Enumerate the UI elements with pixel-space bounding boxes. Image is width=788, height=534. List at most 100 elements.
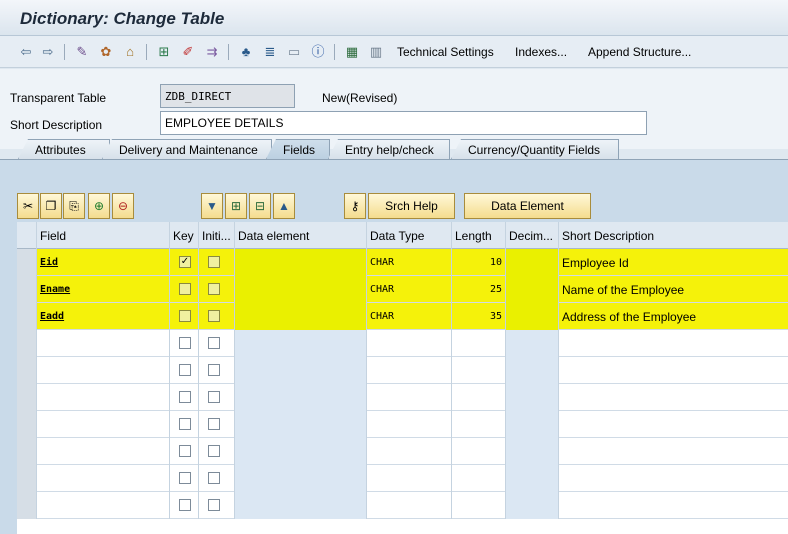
cell-short-description[interactable]: Address of the Employee <box>559 303 788 330</box>
cell-key[interactable] <box>170 411 199 438</box>
cell-initial[interactable] <box>199 276 235 303</box>
cell-data-element[interactable] <box>235 303 367 330</box>
initial-checkbox[interactable] <box>208 418 220 430</box>
cell-initial[interactable] <box>199 465 235 492</box>
column-header-data-element[interactable]: Data element <box>235 222 367 249</box>
cell-data-type[interactable] <box>367 465 452 492</box>
delete-row-icon[interactable]: ⊖ <box>112 193 134 219</box>
cell-decimals[interactable] <box>506 438 559 465</box>
cell-field[interactable]: Eid <box>37 249 170 276</box>
cell-decimals[interactable] <box>506 357 559 384</box>
cell-length[interactable] <box>452 357 506 384</box>
table-row[interactable]: Eadd CHAR 35 Address of the Employee <box>17 303 788 330</box>
cell-field[interactable]: Eadd <box>37 303 170 330</box>
table-row[interactable] <box>17 465 788 492</box>
table-row[interactable]: Eid ✓ CHAR 10 Employee Id <box>17 249 788 276</box>
transport-icon[interactable]: ⇉ <box>204 44 220 60</box>
cell-data-element[interactable] <box>235 330 367 357</box>
cell-initial[interactable] <box>199 384 235 411</box>
cell-key[interactable] <box>170 384 199 411</box>
insert-include-icon[interactable]: ⊞ <box>225 193 247 219</box>
column-header-field[interactable]: Field <box>37 222 170 249</box>
cell-short-description[interactable]: Name of the Employee <box>559 276 788 303</box>
tab-currency-quantity-fields[interactable]: Currency/Quantity Fields <box>451 139 619 159</box>
info-icon[interactable]: ⓘ <box>310 44 326 60</box>
cell-short-description[interactable] <box>559 438 788 465</box>
row-selector[interactable] <box>17 357 37 384</box>
cell-data-element[interactable] <box>235 384 367 411</box>
align-icon[interactable]: ≣ <box>262 44 278 60</box>
copy-icon[interactable]: ❐ <box>40 193 62 219</box>
cell-length[interactable] <box>452 411 506 438</box>
cell-data-element[interactable] <box>235 249 367 276</box>
cell-data-type[interactable] <box>367 357 452 384</box>
cell-length[interactable]: 25 <box>452 276 506 303</box>
cell-key[interactable] <box>170 492 199 519</box>
glasses-icon[interactable]: ✎ <box>74 44 90 60</box>
activate-icon[interactable]: ⌂ <box>122 44 138 60</box>
key-checkbox[interactable] <box>179 337 191 349</box>
cell-data-type[interactable]: CHAR <box>367 249 452 276</box>
row-selector[interactable] <box>17 438 37 465</box>
cell-short-description[interactable]: Employee Id <box>559 249 788 276</box>
table-row[interactable] <box>17 438 788 465</box>
tab-attributes[interactable]: Attributes <box>18 139 110 159</box>
key-checkbox[interactable] <box>179 310 191 322</box>
cell-key[interactable]: ✓ <box>170 249 199 276</box>
table-row[interactable] <box>17 357 788 384</box>
cell-initial[interactable] <box>199 357 235 384</box>
tab-delivery-and-maintenance[interactable]: Delivery and Maintenance <box>102 139 272 159</box>
column-header-data-type[interactable]: Data Type <box>367 222 452 249</box>
table-row[interactable] <box>17 330 788 357</box>
cell-short-description[interactable] <box>559 384 788 411</box>
cell-data-element[interactable] <box>235 465 367 492</box>
cell-field[interactable] <box>37 357 170 384</box>
cell-decimals[interactable] <box>506 411 559 438</box>
arrow-left-icon[interactable]: ⇦ <box>18 44 34 60</box>
key-checkbox[interactable] <box>179 283 191 295</box>
cell-length[interactable]: 10 <box>452 249 506 276</box>
key-checkbox[interactable]: ✓ <box>179 256 191 268</box>
initial-checkbox[interactable] <box>208 445 220 457</box>
cell-short-description[interactable] <box>559 330 788 357</box>
initial-checkbox[interactable] <box>208 283 220 295</box>
cell-decimals[interactable] <box>506 303 559 330</box>
select-all-cell[interactable] <box>17 222 37 249</box>
expand-include-icon[interactable]: ⊟ <box>249 193 271 219</box>
chevron-down-icon[interactable]: ▼ <box>201 193 223 219</box>
cell-decimals[interactable] <box>506 276 559 303</box>
cell-data-element[interactable] <box>235 411 367 438</box>
cell-length[interactable] <box>452 492 506 519</box>
cell-data-element[interactable] <box>235 276 367 303</box>
cell-length[interactable] <box>452 330 506 357</box>
indexes-button[interactable]: Indexes... <box>515 45 567 59</box>
hierarchy-icon[interactable]: ♣ <box>238 44 254 60</box>
cell-data-type[interactable]: CHAR <box>367 276 452 303</box>
technical-settings-button[interactable]: Technical Settings <box>397 45 494 59</box>
cell-decimals[interactable] <box>506 465 559 492</box>
column-header-short-description[interactable]: Short Description <box>559 222 788 249</box>
cell-decimals[interactable] <box>506 249 559 276</box>
row-selector[interactable] <box>17 384 37 411</box>
cell-data-type[interactable] <box>367 438 452 465</box>
key-checkbox[interactable] <box>179 418 191 430</box>
cell-short-description[interactable] <box>559 465 788 492</box>
cell-initial[interactable] <box>199 249 235 276</box>
initial-checkbox[interactable] <box>208 472 220 484</box>
structure-icon[interactable]: ▦ <box>344 44 360 60</box>
initial-checkbox[interactable] <box>208 337 220 349</box>
column-header-length[interactable]: Length <box>452 222 506 249</box>
table-row[interactable] <box>17 411 788 438</box>
cell-data-element[interactable] <box>235 438 367 465</box>
cell-length[interactable] <box>452 384 506 411</box>
cell-decimals[interactable] <box>506 492 559 519</box>
arrow-right-icon[interactable]: ⇨ <box>40 44 56 60</box>
data-element-button[interactable]: Data Element <box>464 193 591 219</box>
row-selector[interactable] <box>17 249 37 276</box>
cut-icon[interactable]: ✂ <box>17 193 39 219</box>
tab-fields[interactable]: Fields <box>266 139 330 159</box>
cell-initial[interactable] <box>199 411 235 438</box>
cell-decimals[interactable] <box>506 330 559 357</box>
key-checkbox[interactable] <box>179 391 191 403</box>
cell-field[interactable] <box>37 492 170 519</box>
